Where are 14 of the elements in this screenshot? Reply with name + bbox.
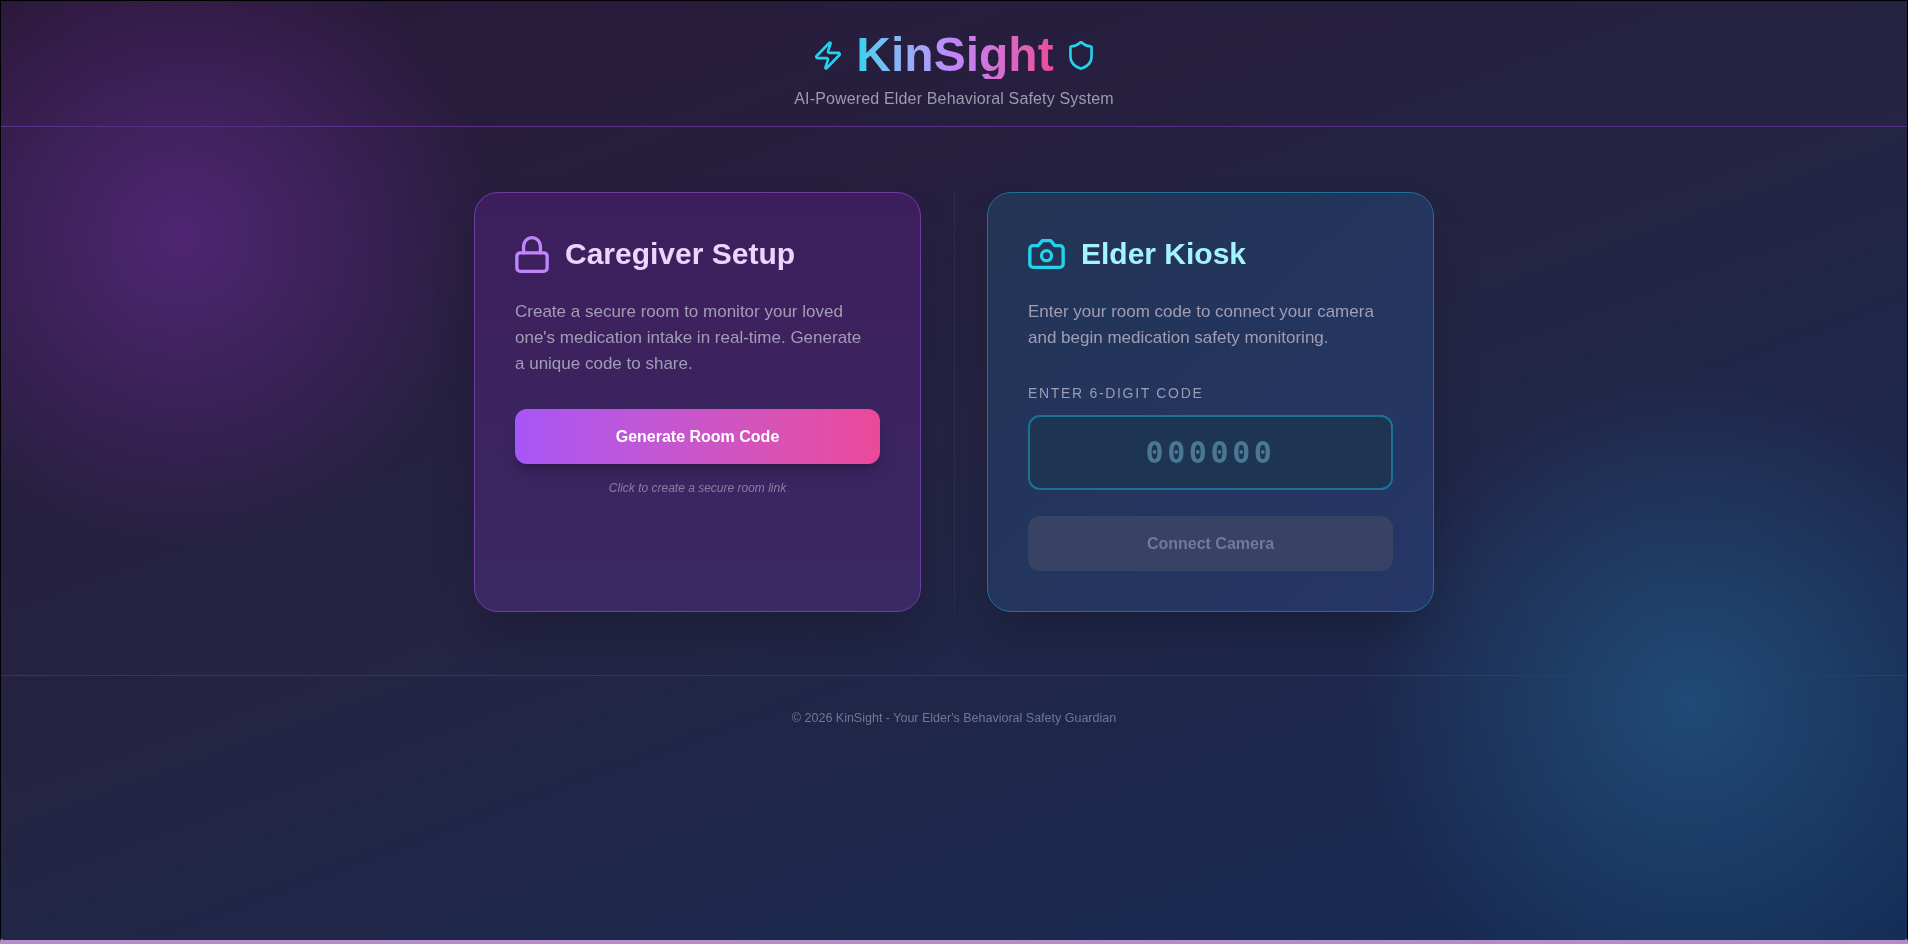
generate-code-button[interactable]: Generate Room Code <box>515 409 880 464</box>
app-subtitle: AI-Powered Elder Behavioral Safety System <box>794 89 1114 109</box>
lock-icon <box>515 235 549 273</box>
camera-icon <box>1028 239 1065 269</box>
lightning-icon <box>815 40 842 70</box>
shield-icon <box>1068 40 1093 70</box>
field-label: ENTER 6-DIGIT CODE <box>1028 384 1205 403</box>
card-title: Caregiver Setup <box>565 236 796 272</box>
code-input-field[interactable]: 000000 <box>1028 415 1393 490</box>
button-hint: Click to create a secure room link <box>607 480 788 496</box>
card-description: Enter your room code to connect your camera and begin medication safety monitoring. <box>1028 301 1375 349</box>
footer-copyright: © 2026 KinSight - Your Elder's Behavioral Safety Guardian <box>791 710 1117 726</box>
card-title: Elder Kiosk <box>1081 236 1247 272</box>
card-description: Create a secure room to monitor your loved one's medication intake in real-time. Generate a unique code to share. <box>515 301 863 375</box>
